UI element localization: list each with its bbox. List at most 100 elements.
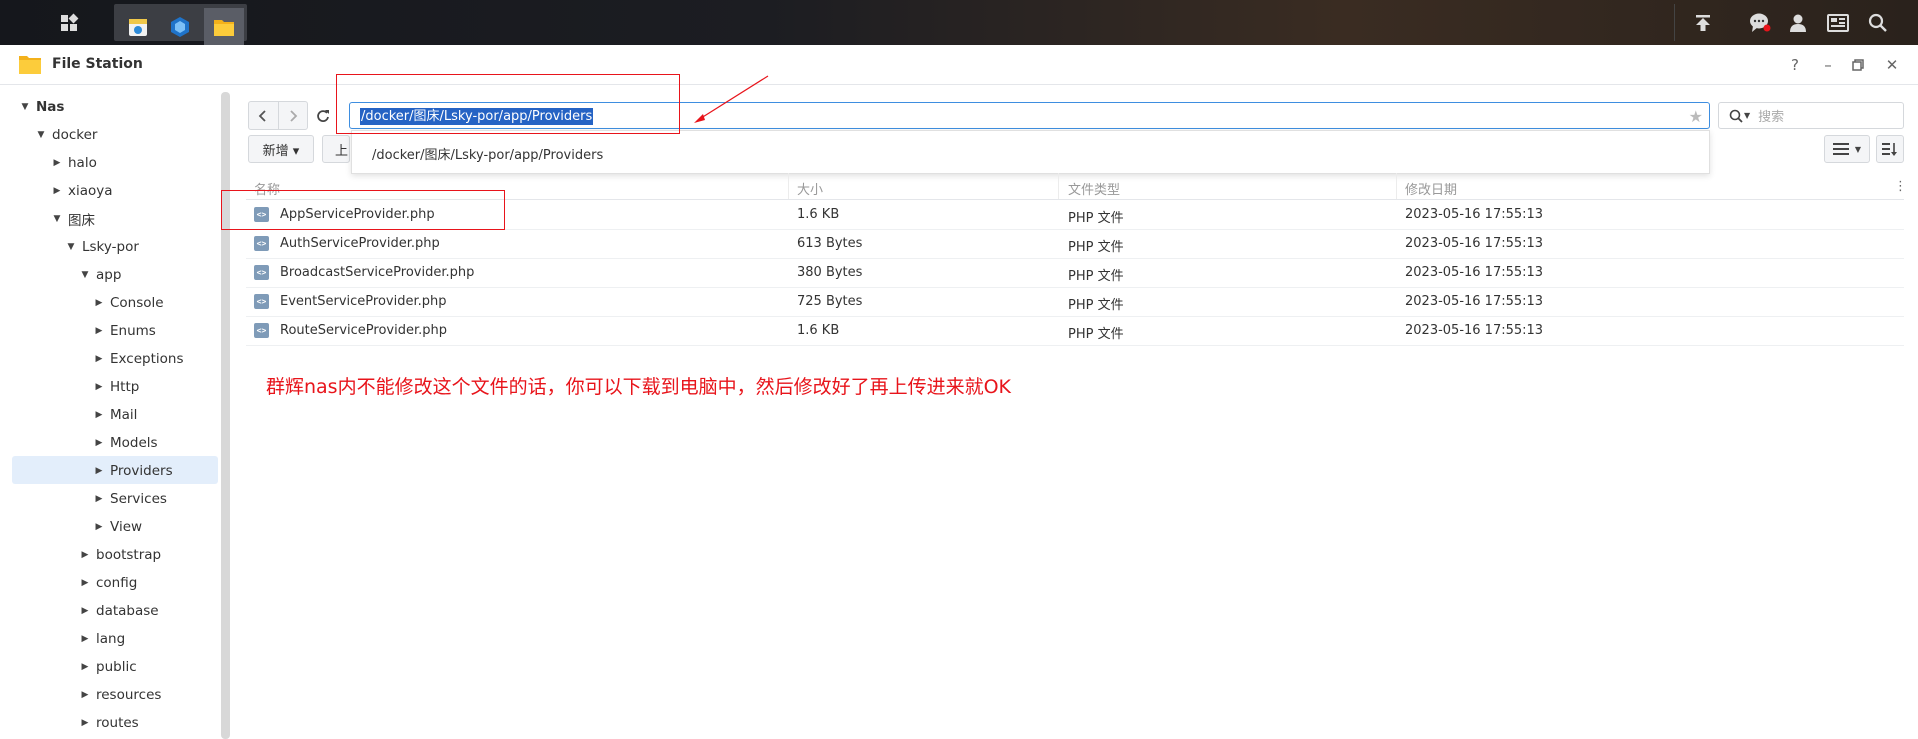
file-modified: 2023-05-16 17:55:13 <box>1405 265 1544 280</box>
taskbar-app-package-center[interactable] <box>118 8 158 45</box>
tree-item[interactable]: ▶ config <box>78 570 138 596</box>
view-mode-button[interactable]: ▼ <box>1824 135 1870 163</box>
column-divider <box>1058 173 1059 199</box>
tree-item-label: halo <box>68 155 97 171</box>
file-size: 1.6 KB <box>797 323 840 338</box>
path-suggestion-item[interactable]: /docker/图床/Lsky-por/app/Providers <box>372 144 603 163</box>
chevron-left-icon <box>259 109 267 122</box>
tree-item[interactable]: ▶ View <box>92 514 143 540</box>
tree-item[interactable]: ▼ 图床 <box>50 206 95 232</box>
caret-down-icon[interactable]: ▼ <box>50 214 64 224</box>
tree-item[interactable]: ▶ lang <box>78 626 126 652</box>
caret-right-icon[interactable]: ▶ <box>92 382 106 392</box>
tree-item[interactable]: ▶ Enums <box>92 318 156 344</box>
file-name: BroadcastServiceProvider.php <box>280 265 475 280</box>
caret-right-icon[interactable]: ▶ <box>92 326 106 336</box>
close-button[interactable]: ✕ <box>1880 53 1904 77</box>
file-size: 613 Bytes <box>797 236 863 251</box>
tree-item[interactable]: ▶ halo <box>50 150 97 176</box>
tree-item[interactable]: ▶ database <box>78 598 159 624</box>
tree-item[interactable]: ▶ xiaoya <box>50 178 113 204</box>
tree-item[interactable]: ▶ Exceptions <box>92 346 184 372</box>
tree-item[interactable]: ▶ Providers <box>92 458 173 484</box>
caret-down-icon[interactable]: ▼ <box>34 130 48 140</box>
tree-item[interactable]: ▶ routes <box>78 710 139 736</box>
caret-down-icon[interactable]: ▼ <box>78 270 92 280</box>
tree-item[interactable]: ▼ app <box>78 262 122 288</box>
upload-button[interactable]: 上 <box>322 135 350 163</box>
taskbar-app-file-station[interactable] <box>204 8 244 45</box>
forward-button[interactable] <box>277 102 307 129</box>
caret-right-icon[interactable]: ▶ <box>92 438 106 448</box>
tree-item[interactable]: ▶ bootstrap <box>78 542 162 568</box>
tree-item-label: xiaoya <box>68 183 113 199</box>
table-row[interactable]: <> AuthServiceProvider.php 613 Bytes PHP 文件… <box>246 230 1904 259</box>
search-input[interactable]: ▼ 搜索 <box>1718 102 1904 129</box>
tree-item-label: Providers <box>110 463 173 479</box>
taskbar-app-security[interactable] <box>160 8 200 45</box>
back-button[interactable] <box>249 102 278 129</box>
folder-tree: ▼ Nas ▼ docker ▶ halo ▶ xiaoya ▼ 图床 ▼ Lsky-por ▼ app ▶… <box>0 86 230 739</box>
tree-item[interactable]: ▼ Lsky-por <box>64 234 139 260</box>
column-header-modified[interactable]: 修改日期 <box>1405 179 1457 198</box>
file-type: PHP 文件 <box>1068 211 1124 226</box>
column-header-type[interactable]: 文件类型 <box>1068 179 1120 198</box>
tree-item[interactable]: ▶ public <box>78 654 137 680</box>
tree-item[interactable]: ▶ Console <box>92 290 164 316</box>
table-row[interactable]: <> BroadcastServiceProvider.php 380 Bytes P… <box>246 259 1904 288</box>
caret-down-icon[interactable]: ▼ <box>64 242 78 252</box>
file-station-icon <box>19 56 41 74</box>
caret-right-icon[interactable]: ▶ <box>78 718 92 728</box>
tree-item[interactable]: ▶ Services <box>92 486 167 512</box>
caret-right-icon[interactable]: ▶ <box>78 606 92 616</box>
chevron-right-icon <box>290 109 298 122</box>
user-button[interactable] <box>1778 4 1818 41</box>
caret-right-icon[interactable]: ▶ <box>92 298 106 308</box>
caret-right-icon[interactable]: ▶ <box>78 662 92 672</box>
caret-right-icon[interactable]: ▶ <box>78 578 92 588</box>
caret-right-icon[interactable]: ▶ <box>78 634 92 644</box>
file-modified: 2023-05-16 17:55:13 <box>1405 236 1544 251</box>
search-button[interactable] <box>1858 4 1898 41</box>
tree-item[interactable]: ▼ docker <box>34 122 98 148</box>
caret-down-icon[interactable]: ▼ <box>18 102 32 112</box>
tree-item-label: Services <box>110 491 167 507</box>
sort-button[interactable] <box>1876 135 1904 163</box>
caret-right-icon[interactable]: ▶ <box>92 410 106 420</box>
file-modified: 2023-05-16 17:55:13 <box>1405 294 1544 309</box>
security-app-icon <box>171 16 189 37</box>
window-title: File Station <box>52 56 143 72</box>
restore-icon <box>1852 59 1864 71</box>
upload-queue-button[interactable] <box>1683 4 1723 41</box>
search-icon <box>1729 109 1743 123</box>
caret-right-icon[interactable]: ▶ <box>50 186 64 196</box>
tree-item[interactable]: ▶ Models <box>92 430 158 456</box>
help-button[interactable]: ? <box>1783 53 1807 77</box>
star-icon[interactable]: ★ <box>1689 107 1703 126</box>
caret-right-icon[interactable]: ▶ <box>92 466 106 476</box>
annotation-arrow <box>694 75 769 123</box>
create-button[interactable]: 新增 ▾ <box>248 135 314 163</box>
tree-item[interactable]: ▼ Nas <box>18 94 65 120</box>
column-options-icon[interactable]: ⋮ <box>1894 179 1907 194</box>
restore-button[interactable] <box>1846 53 1870 77</box>
notification-button[interactable] <box>1740 4 1780 41</box>
tree-item[interactable]: ▶ resources <box>78 682 162 708</box>
caret-right-icon[interactable]: ▶ <box>50 158 64 168</box>
tree-item[interactable]: ▶ Mail <box>92 402 138 428</box>
tree-item-label: Mail <box>110 407 138 423</box>
window-titlebar: File Station ? – ✕ <box>0 45 1918 85</box>
widgets-button[interactable] <box>1818 4 1858 41</box>
main-menu-button[interactable] <box>50 4 88 41</box>
caret-right-icon[interactable]: ▶ <box>92 522 106 532</box>
table-row[interactable]: <> EventServiceProvider.php 725 Bytes PHP 文… <box>246 288 1904 317</box>
refresh-button[interactable] <box>316 101 336 130</box>
caret-right-icon[interactable]: ▶ <box>92 354 106 364</box>
caret-right-icon[interactable]: ▶ <box>78 550 92 560</box>
column-header-size[interactable]: 大小 <box>797 179 823 198</box>
tree-item[interactable]: ▶ Http <box>92 374 140 400</box>
minimize-button[interactable]: – <box>1816 53 1840 77</box>
caret-right-icon[interactable]: ▶ <box>92 494 106 504</box>
caret-right-icon[interactable]: ▶ <box>78 690 92 700</box>
table-row[interactable]: <> RouteServiceProvider.php 1.6 KB PHP 文件 20… <box>246 317 1904 346</box>
